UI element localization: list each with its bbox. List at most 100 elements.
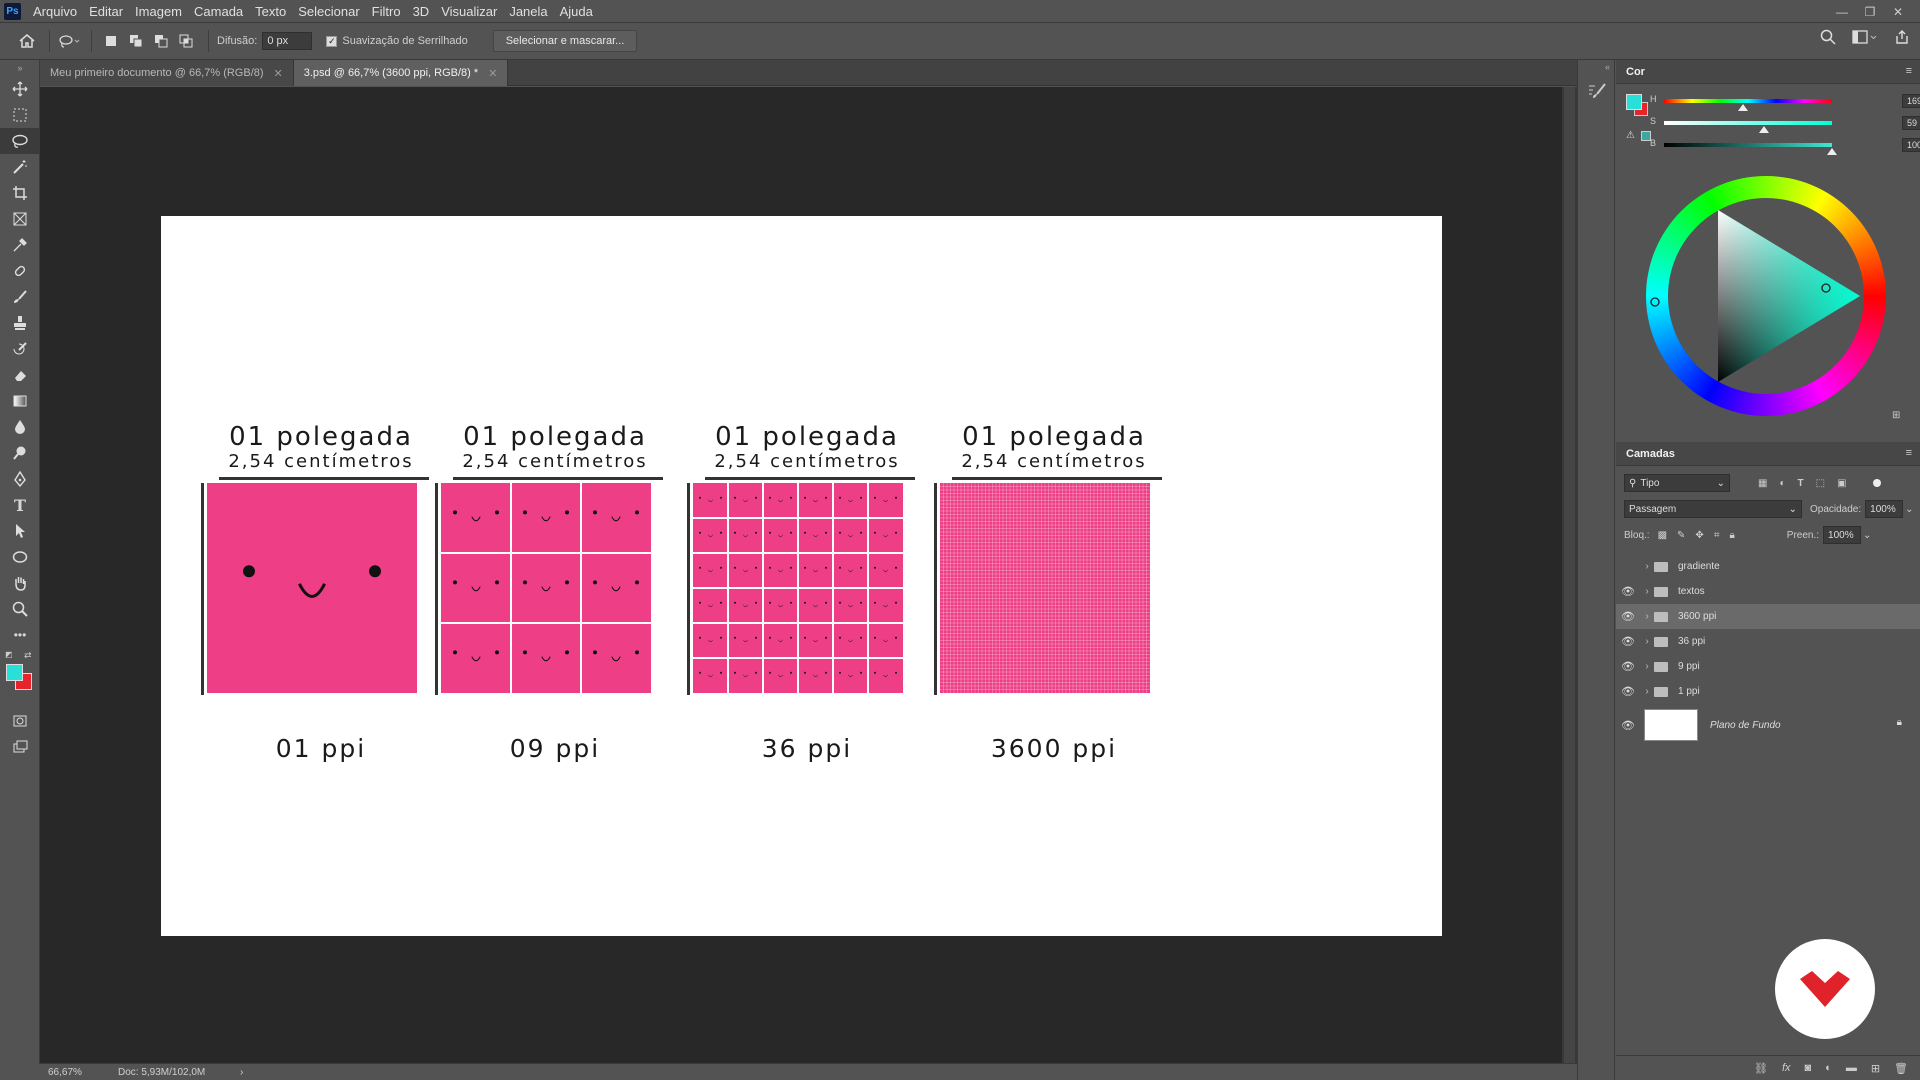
workspace-icon[interactable] [1852, 29, 1878, 48]
photoshop-logo-icon[interactable]: Ps [4, 2, 21, 20]
saturation-slider[interactable]: S 59 % [1650, 116, 1920, 133]
layers-menu-icon[interactable]: ≡ [1906, 447, 1912, 459]
color-panel-title[interactable]: Cor [1626, 66, 1645, 78]
eye-icon[interactable]: 👁︎ [1616, 585, 1640, 598]
hue-slider[interactable]: H 169 ° [1650, 94, 1920, 111]
chevron-down-icon[interactable]: ⌄ [1863, 530, 1871, 541]
menu-editar[interactable]: Editar [83, 0, 129, 23]
vertical-scrollbar[interactable] [1562, 87, 1577, 1063]
hue-track[interactable] [1664, 99, 1832, 103]
quick-mask-icon[interactable] [0, 708, 40, 734]
clone-stamp-tool-icon[interactable] [0, 310, 40, 336]
path-selection-tool-icon[interactable] [0, 518, 40, 544]
brightness-value[interactable]: 100 [1902, 138, 1920, 152]
saturation-slider-thumb[interactable] [1759, 126, 1769, 133]
default-colors-icon[interactable]: ◩ [5, 650, 13, 659]
lasso-preset-icon[interactable] [58, 29, 80, 53]
layer-3600-ppi[interactable]: 👁︎ › 3600 ppi [1616, 604, 1920, 629]
layer-style-icon[interactable]: fx [1782, 1062, 1791, 1074]
tab-meu-primeiro-documento[interactable]: Meu primeiro documento @ 66,7% (RGB/8) ✕ [40, 60, 294, 86]
opacity-input[interactable]: 100% [1865, 500, 1904, 518]
color-panel-fg-swatch[interactable] [1626, 94, 1642, 110]
filter-smart-icon[interactable]: ▣ [1837, 478, 1846, 489]
color-triangle[interactable] [1646, 176, 1886, 416]
wheel-picker-thumb[interactable] [1650, 297, 1660, 307]
brightness-slider-thumb[interactable] [1827, 148, 1837, 155]
more-tools-icon[interactable]: ••• [0, 622, 40, 648]
filter-toggle-icon[interactable] [1872, 479, 1881, 487]
layer-plano-de-fundo[interactable]: 👁︎ Plano de Fundo 🔒︎ [1616, 704, 1920, 746]
tab-3-psd[interactable]: 3.psd @ 66,7% (3600 ppi, RGB/8) * ✕ [293, 60, 509, 86]
link-layers-icon[interactable]: ⛓︎ [1754, 1062, 1768, 1075]
frame-tool-icon[interactable] [0, 206, 40, 232]
hue-slider-thumb[interactable] [1738, 104, 1748, 111]
lock-transparent-icon[interactable]: ▩ [1658, 530, 1667, 541]
wheel-options-icon[interactable]: ⊞ [1892, 410, 1900, 421]
magic-wand-tool-icon[interactable] [0, 154, 40, 180]
layer-gradiente[interactable]: › gradiente [1616, 554, 1920, 579]
chevron-down-icon[interactable]: ⌄ [1905, 504, 1913, 515]
layer-36-ppi[interactable]: 👁︎ › 36 ppi [1616, 629, 1920, 654]
add-selection-icon[interactable] [125, 29, 147, 53]
layer-1-ppi[interactable]: 👁︎ › 1 ppi [1616, 679, 1920, 704]
type-tool-icon[interactable]: T [0, 492, 40, 518]
delete-layer-icon[interactable]: 🗑︎ [1894, 1062, 1908, 1075]
saturation-track[interactable] [1664, 121, 1832, 125]
suavizacao-checkbox[interactable]: ✓ [326, 35, 338, 47]
new-layer-icon[interactable]: ⊞ [1871, 1062, 1880, 1075]
filter-shape-icon[interactable]: ⬚ [1816, 478, 1825, 489]
eye-icon[interactable]: 👁︎ [1616, 635, 1640, 648]
chevron-right-icon[interactable]: › [1640, 586, 1654, 597]
eraser-tool-icon[interactable] [0, 362, 40, 388]
add-mask-icon[interactable]: ◙ [1805, 1062, 1812, 1074]
difusao-input[interactable]: 0 px [262, 32, 313, 50]
menu-janela[interactable]: Janela [503, 0, 553, 23]
menu-imagem[interactable]: Imagem [129, 0, 188, 23]
search-icon[interactable] [1820, 29, 1836, 48]
healing-brush-tool-icon[interactable] [0, 258, 40, 284]
chevron-right-icon[interactable]: › [1640, 686, 1654, 697]
subtract-selection-icon[interactable] [150, 29, 172, 53]
menu-camada[interactable]: Camada [188, 0, 249, 23]
close-tab-icon[interactable]: ✕ [488, 67, 497, 80]
history-brush-tool-icon[interactable] [0, 336, 40, 362]
panel-menu-icon[interactable]: ≡ [1906, 65, 1912, 77]
eye-icon[interactable]: 👁︎ [1616, 610, 1640, 623]
menu-filtro[interactable]: Filtro [366, 0, 407, 23]
screen-mode-icon[interactable] [0, 734, 40, 760]
gamut-warning-icon[interactable]: ⚠ [1626, 130, 1635, 141]
chevron-right-icon[interactable]: › [1640, 561, 1654, 572]
close-tab-icon[interactable]: ✕ [274, 67, 283, 80]
filter-type-icon[interactable]: T [1798, 478, 1804, 489]
adjustment-layer-icon[interactable]: ◐ [1825, 1062, 1832, 1074]
saturation-value[interactable]: 59 [1902, 116, 1920, 130]
new-group-icon[interactable]: ▬ [1846, 1062, 1857, 1074]
intersect-selection-icon[interactable] [175, 29, 197, 53]
brush-tool-icon[interactable] [0, 284, 40, 310]
new-selection-icon[interactable] [100, 29, 122, 53]
blur-tool-icon[interactable] [0, 414, 40, 440]
crop-tool-icon[interactable] [0, 180, 40, 206]
menu-texto[interactable]: Texto [249, 0, 292, 23]
brush-settings-icon[interactable] [1587, 82, 1614, 103]
foreground-color-swatch[interactable] [6, 664, 23, 681]
menu-ajuda[interactable]: Ajuda [554, 0, 599, 23]
brightness-slider[interactable]: B 100 % [1650, 138, 1920, 155]
lasso-tool-icon[interactable] [0, 128, 40, 154]
layer-textos[interactable]: 👁︎ › textos [1616, 579, 1920, 604]
eye-icon[interactable]: 👁︎ [1616, 660, 1640, 673]
ellipse-tool-icon[interactable] [0, 544, 40, 570]
pen-tool-icon[interactable] [0, 466, 40, 492]
gradient-tool-icon[interactable] [0, 388, 40, 414]
layers-panel-title[interactable]: Camadas [1626, 448, 1675, 460]
lock-position-icon[interactable]: ✥ [1695, 530, 1703, 541]
eye-icon[interactable]: 👁︎ [1616, 719, 1640, 732]
scrollbar-handle[interactable] [1564, 87, 1575, 1063]
menu-visualizar[interactable]: Visualizar [435, 0, 503, 23]
menu-selecionar[interactable]: Selecionar [292, 0, 365, 23]
filter-pixel-icon[interactable]: ▦ [1758, 478, 1767, 489]
status-expand-icon[interactable]: › [240, 1067, 243, 1078]
document-canvas[interactable]: 01 polegada 2,54 centímetros 01 ppi 01 pole… [161, 216, 1442, 936]
eye-icon[interactable]: 👁︎ [1616, 685, 1640, 698]
zoom-tool-icon[interactable] [0, 596, 40, 622]
